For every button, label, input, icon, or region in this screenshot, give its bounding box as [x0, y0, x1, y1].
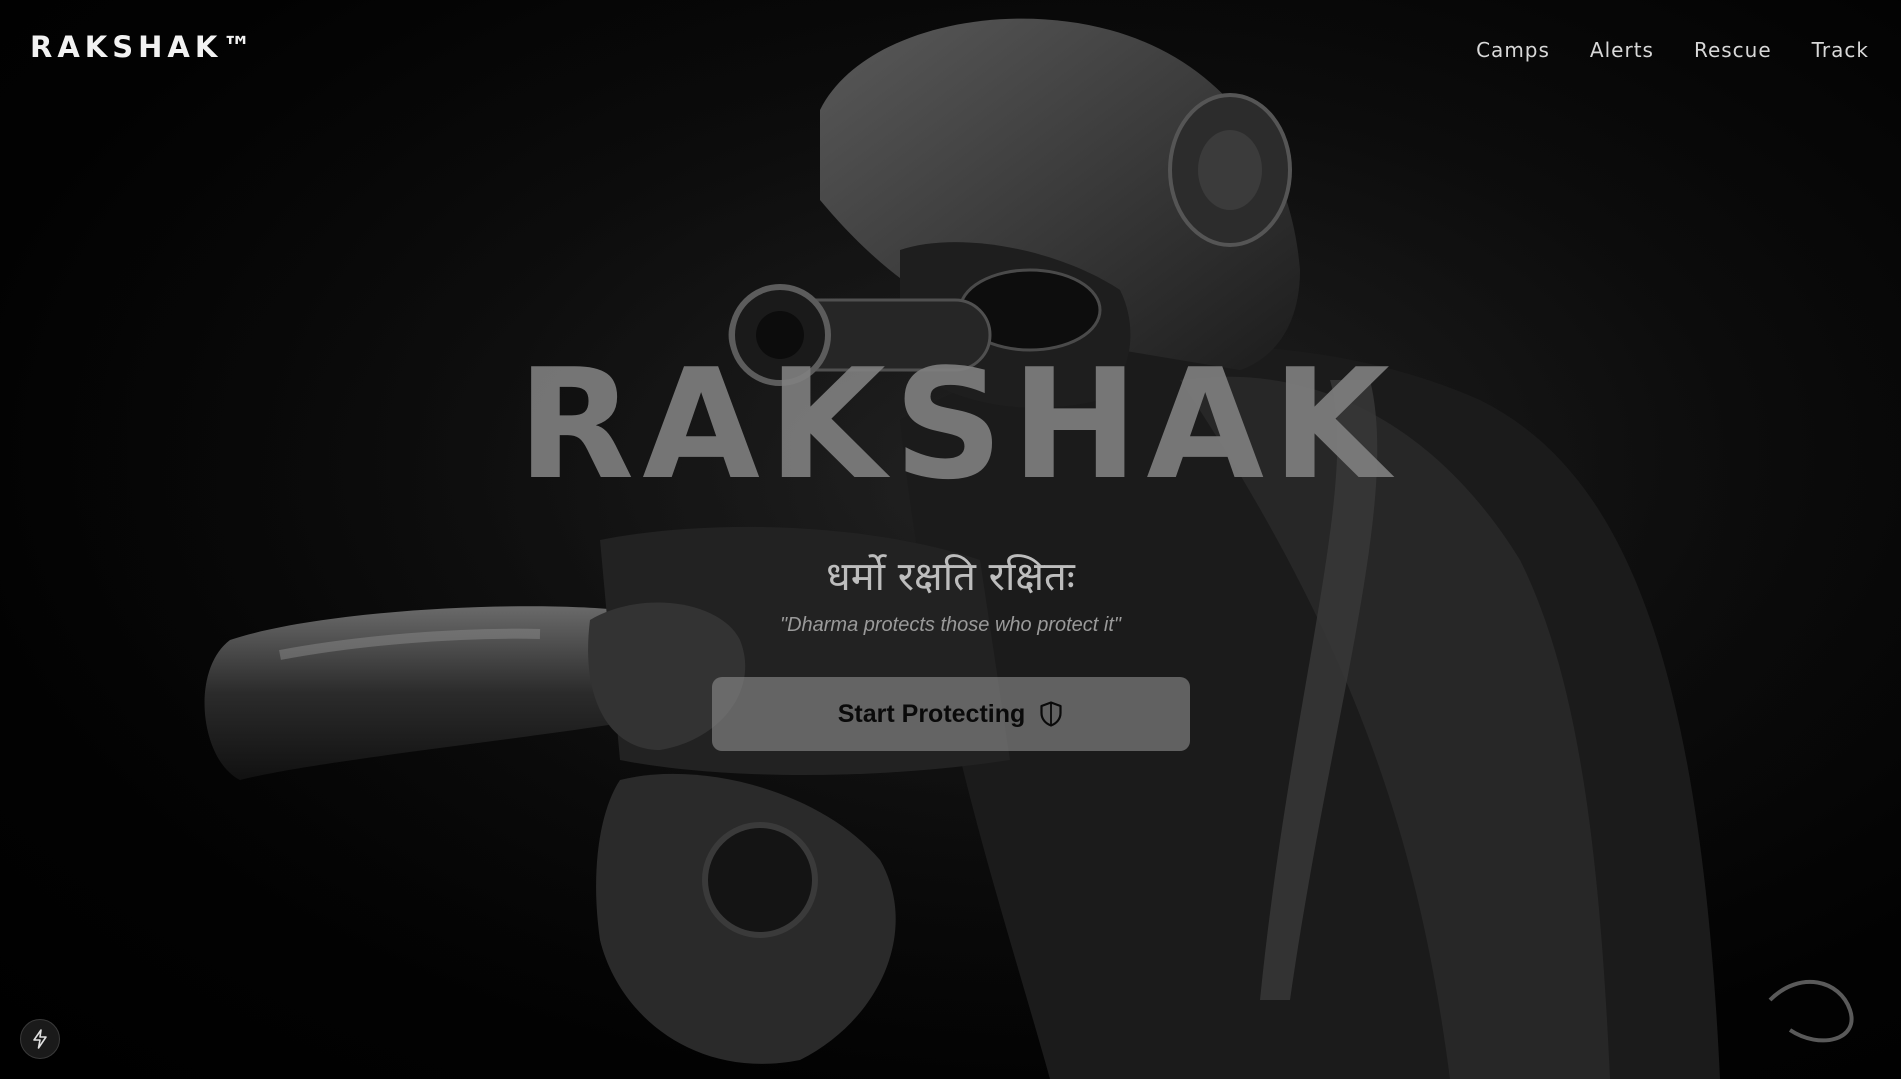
bolt-icon	[33, 1029, 47, 1049]
page: RAKSHAK™ Camps Alerts Rescue Track RAKSH…	[0, 0, 1901, 1079]
hero-section: RAKSHAK धर्मो रक्षति रक्षितः "Dharma pro…	[0, 336, 1901, 751]
nav-link-rescue[interactable]: Rescue	[1694, 38, 1772, 62]
nav-link-alerts[interactable]: Alerts	[1590, 38, 1654, 62]
nav-link-camps[interactable]: Camps	[1476, 38, 1550, 62]
nav-links: Camps Alerts Rescue Track	[1476, 38, 1869, 62]
hero-title: RAKSHAK	[517, 336, 1398, 513]
cta-label: Start Protecting	[837, 699, 1026, 728]
hero-translation: "Dharma protects those who protect it"	[779, 614, 1121, 636]
brand-logo[interactable]: RAKSHAK™	[30, 30, 256, 64]
start-protecting-button[interactable]: Start Protecting	[711, 677, 1190, 751]
corner-badge[interactable]	[20, 1019, 60, 1059]
nav-link-track[interactable]: Track	[1812, 38, 1869, 62]
navbar: RAKSHAK™ Camps Alerts Rescue Track	[0, 0, 1901, 100]
hero-motto: धर्मो रक्षति रक्षितः	[826, 554, 1075, 600]
shield-icon	[1040, 701, 1062, 727]
